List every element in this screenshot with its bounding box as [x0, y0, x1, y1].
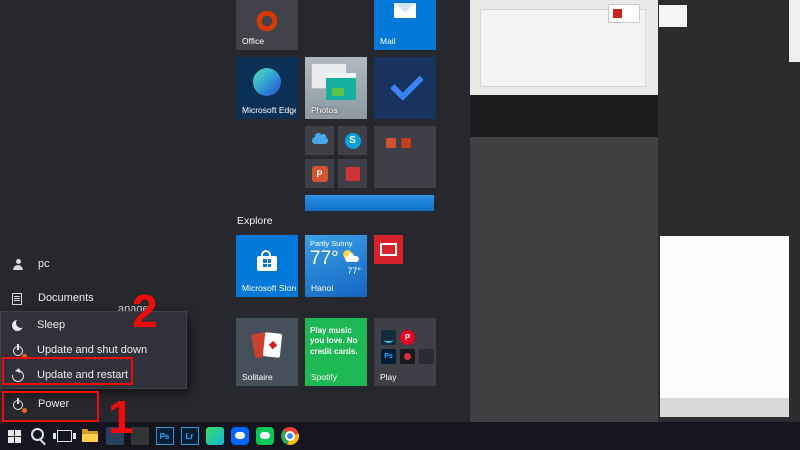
- tile-label: Microsoft Edge: [242, 105, 296, 115]
- tile-label: Office: [242, 36, 296, 46]
- taskbar-search-button[interactable]: [27, 422, 52, 450]
- diamond-icon: [268, 341, 276, 349]
- background-white-panel: [660, 236, 789, 398]
- cloud-icon: [312, 137, 328, 144]
- background-dark-area: [470, 137, 658, 422]
- taskbar-chrome[interactable]: [277, 422, 302, 450]
- prime-video-icon: [381, 330, 396, 345]
- annotation-number-1: 1: [108, 394, 134, 440]
- tile-label: Spotify: [311, 372, 365, 382]
- menu-item-label: Update and shut down: [37, 344, 147, 356]
- background-white-box: [659, 5, 687, 27]
- tile-label: Mail: [380, 36, 434, 46]
- card-front-icon: [263, 332, 282, 358]
- checkmark-icon: [390, 67, 424, 101]
- background-window: [470, 0, 658, 95]
- tile-spotify[interactable]: Play music you love. No credit cards. Sp…: [305, 318, 367, 386]
- weather-condition: Partly Sunny: [310, 239, 353, 248]
- sidebar-item-documents[interactable]: Documents: [0, 284, 228, 314]
- background-dark-band: [470, 95, 658, 137]
- tile-weather[interactable]: Partly Sunny 77° 77° Hanoi: [305, 235, 367, 297]
- store-bag-icon: [257, 256, 277, 271]
- tile-powerpoint[interactable]: P: [305, 159, 334, 188]
- tile-microsoft-store[interactable]: Microsoft Store: [236, 235, 298, 297]
- background-white-strip: [789, 0, 800, 62]
- mail-icon: [394, 3, 416, 18]
- weather-temperature: 77°: [310, 248, 339, 270]
- red-app-icon: [346, 167, 360, 181]
- start-button[interactable]: [2, 422, 27, 450]
- tile-red-media[interactable]: [374, 235, 403, 264]
- moon-icon: [12, 320, 23, 331]
- chrome-icon: [281, 427, 299, 445]
- tile-onedrive[interactable]: [305, 126, 334, 155]
- taskbar-zalo[interactable]: [227, 422, 252, 450]
- weather-temperature-secondary: 77°: [347, 266, 361, 276]
- photos-thumbnail-detail: [332, 88, 344, 96]
- tile-label: Hanoi: [311, 283, 365, 293]
- group-header-explore: Explore: [237, 215, 273, 227]
- edge-icon: [253, 68, 281, 96]
- wide-tile-fragment[interactable]: [305, 195, 434, 211]
- background-window-logo: [608, 4, 640, 23]
- tile-skype[interactable]: S: [338, 126, 367, 155]
- user-icon: [12, 259, 24, 271]
- red-media-icon: [380, 243, 397, 256]
- windows-logo-icon: [8, 430, 14, 436]
- line-icon: [256, 427, 274, 445]
- lightroom-icon: Lr: [181, 427, 199, 445]
- pinterest-icon: P: [400, 330, 415, 345]
- app-icon: [419, 349, 434, 364]
- tile-todo[interactable]: [374, 57, 436, 119]
- skype-icon: S: [345, 133, 361, 149]
- photoshop-express-icon: Ps: [381, 349, 396, 364]
- sidebar-item-user[interactable]: pc: [0, 250, 228, 280]
- taskbar-bluestacks[interactable]: [202, 422, 227, 450]
- tile-red-app[interactable]: [338, 159, 367, 188]
- folder-app-icon: [386, 138, 396, 148]
- tile-label: Solitaire: [242, 372, 296, 382]
- taskbar-line[interactable]: [252, 422, 277, 450]
- annotation-number-2: 2: [132, 288, 158, 334]
- folder-icon: [82, 431, 98, 442]
- search-icon: [31, 428, 44, 441]
- sidebar-user-label: pc: [38, 258, 50, 270]
- cloud-icon: [345, 256, 359, 262]
- screen: Office Mail Microsoft Edge Photos S: [0, 0, 800, 450]
- tile-microsoft-edge[interactable]: Microsoft Edge: [236, 57, 298, 119]
- tile-play[interactable]: P Ps Play: [374, 318, 436, 386]
- annotation-box-step1: [2, 391, 99, 422]
- spotify-promo-text: Play music you love. No credit cards.: [310, 326, 364, 357]
- background-gray-strip: [660, 398, 789, 417]
- tile-office[interactable]: Office: [236, 0, 298, 50]
- tile-solitaire[interactable]: Solitaire: [236, 318, 298, 386]
- tile-photos[interactable]: Photos: [305, 57, 367, 119]
- tile-label: Microsoft Store: [242, 283, 296, 293]
- tile-app-folder[interactable]: [374, 126, 436, 188]
- powerpoint-icon: P: [312, 166, 328, 182]
- photos-thumbnail-titlebar: [326, 73, 356, 78]
- document-icon: [12, 293, 22, 305]
- taskbar-photoshop[interactable]: Ps: [152, 422, 177, 450]
- annotation-box-step2: [2, 357, 133, 385]
- menu-item-label: Sleep: [37, 319, 65, 331]
- taskbar-task-view-button[interactable]: [52, 422, 77, 450]
- sidebar-documents-label: Documents: [38, 292, 94, 304]
- folder-app-icon: [401, 138, 411, 148]
- bluestacks-icon: [206, 427, 224, 445]
- zalo-icon: [231, 427, 249, 445]
- menu-item-sleep[interactable]: Sleep: [1, 314, 186, 339]
- tile-label: Photos: [311, 105, 365, 115]
- taskbar-file-explorer[interactable]: [77, 422, 102, 450]
- power-icon: [12, 345, 24, 357]
- taskbar-lightroom[interactable]: Lr: [177, 422, 202, 450]
- movies-icon: [400, 349, 415, 364]
- office-icon: [256, 10, 278, 32]
- tile-label: Play: [380, 372, 434, 382]
- task-view-icon: [57, 430, 72, 442]
- tile-mail[interactable]: Mail: [374, 0, 436, 50]
- photoshop-icon: Ps: [156, 427, 174, 445]
